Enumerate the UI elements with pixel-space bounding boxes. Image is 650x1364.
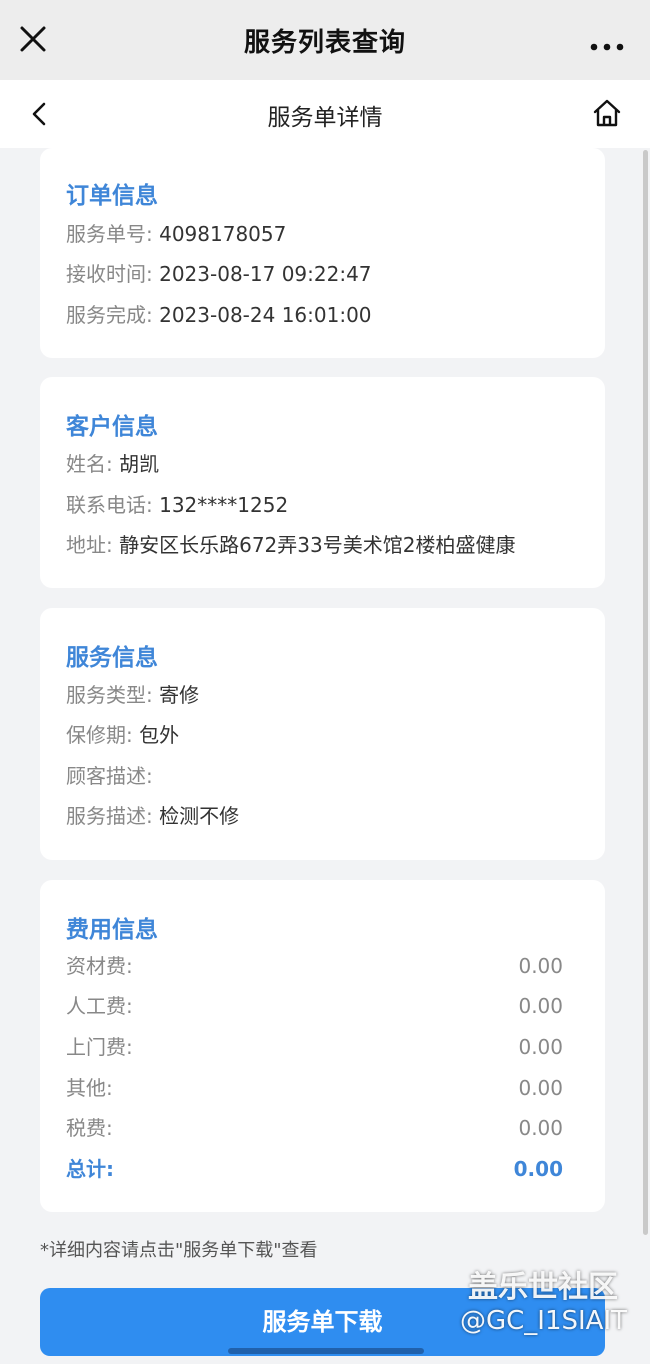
customer-info-heading: 客户信息: [66, 414, 158, 440]
row-value: 寄修: [159, 683, 200, 707]
material-fee-row: 资材费: 0.00: [66, 951, 563, 981]
row-label: 服务描述:: [66, 804, 153, 828]
app-title: 服务列表查询: [243, 28, 406, 58]
total-amount: 0.00: [513, 1157, 563, 1181]
complete-time-row: 服务完成: 2023-08-24 16:01:00: [66, 300, 563, 330]
row-label: 地址:: [66, 533, 113, 557]
row-value: 2023-08-17 09:22:47: [159, 262, 372, 286]
page-title: 服务单详情: [267, 105, 383, 131]
row-label: 资材费:: [66, 954, 133, 978]
row-value: 检测不修: [159, 804, 240, 828]
customer-phone-row: 联系电话: 132****1252: [66, 490, 563, 520]
watermark-handle: @GC_I1SIAIT: [460, 1306, 628, 1336]
row-label: 服务完成:: [66, 303, 153, 327]
customer-name-row: 姓名: 胡凯: [66, 449, 563, 479]
total-fee-row: 总计: 0.00: [66, 1154, 563, 1184]
row-label: 保修期:: [66, 723, 133, 747]
fee-info-heading: 费用信息: [66, 917, 158, 943]
row-value: 胡凯: [119, 452, 160, 476]
row-value: 4098178057: [159, 222, 287, 246]
total-label: 总计:: [66, 1157, 114, 1181]
row-value: 2023-08-24 16:01:00: [159, 303, 372, 327]
row-amount: 0.00: [518, 1076, 563, 1100]
row-amount: 0.00: [518, 1035, 563, 1059]
row-label: 税费:: [66, 1116, 113, 1140]
labor-fee-row: 人工费: 0.00: [66, 991, 563, 1021]
home-indicator: [228, 1348, 424, 1354]
service-info-card: 服务信息 服务类型: 寄修 保修期: 包外 顾客描述: 服务描述: 检测不修: [40, 608, 605, 860]
page-nav-bar: 服务单详情: [0, 80, 650, 148]
tax-fee-row: 税费: 0.00: [66, 1113, 563, 1143]
service-description-row: 服务描述: 检测不修: [66, 801, 563, 831]
row-label: 上门费:: [66, 1035, 133, 1059]
download-hint-note: *详细内容请点击"服务单下载"查看: [40, 1240, 318, 1261]
row-label: 顾客描述:: [66, 764, 153, 788]
row-value: 静安区长乐路672弄33号美术馆2楼柏盛健康: [119, 533, 516, 557]
row-label: 服务单号:: [66, 222, 153, 246]
row-value: 132****1252: [159, 493, 289, 517]
receive-time-row: 接收时间: 2023-08-17 09:22:47: [66, 259, 563, 289]
more-icon[interactable]: [590, 36, 624, 51]
watermark-community: 盖乐世社区: [468, 1270, 618, 1305]
customer-info-card: 客户信息 姓名: 胡凯 联系电话: 132****1252 地址: 静安区长乐路…: [40, 377, 605, 588]
other-fee-row: 其他: 0.00: [66, 1073, 563, 1103]
order-info-heading: 订单信息: [66, 183, 158, 209]
fee-info-card: 费用信息 资材费: 0.00 人工费: 0.00 上门费: 0.00 其他: 0…: [40, 880, 605, 1212]
customer-address-row: 地址: 静安区长乐路672弄33号美术馆2楼柏盛健康: [66, 530, 563, 560]
row-label: 服务类型:: [66, 683, 153, 707]
home-icon[interactable]: [592, 98, 622, 128]
service-type-row: 服务类型: 寄修: [66, 680, 563, 710]
order-info-card: 订单信息 服务单号: 4098178057 接收时间: 2023-08-17 0…: [40, 148, 605, 358]
row-amount: 0.00: [518, 954, 563, 978]
service-info-heading: 服务信息: [66, 645, 158, 671]
row-amount: 0.00: [518, 1116, 563, 1140]
app-top-bar: 服务列表查询: [0, 0, 650, 80]
row-label: 联系电话:: [66, 493, 153, 517]
warranty-row: 保修期: 包外: [66, 720, 563, 750]
order-number-row: 服务单号: 4098178057: [66, 219, 563, 249]
visit-fee-row: 上门费: 0.00: [66, 1032, 563, 1062]
row-label: 其他:: [66, 1076, 113, 1100]
row-label: 人工费:: [66, 994, 133, 1018]
row-amount: 0.00: [518, 994, 563, 1018]
row-value: 包外: [139, 723, 180, 747]
row-label: 姓名:: [66, 452, 113, 476]
row-label: 接收时间:: [66, 262, 153, 286]
customer-description-row: 顾客描述:: [66, 761, 563, 791]
scrollbar[interactable]: [643, 150, 648, 1235]
